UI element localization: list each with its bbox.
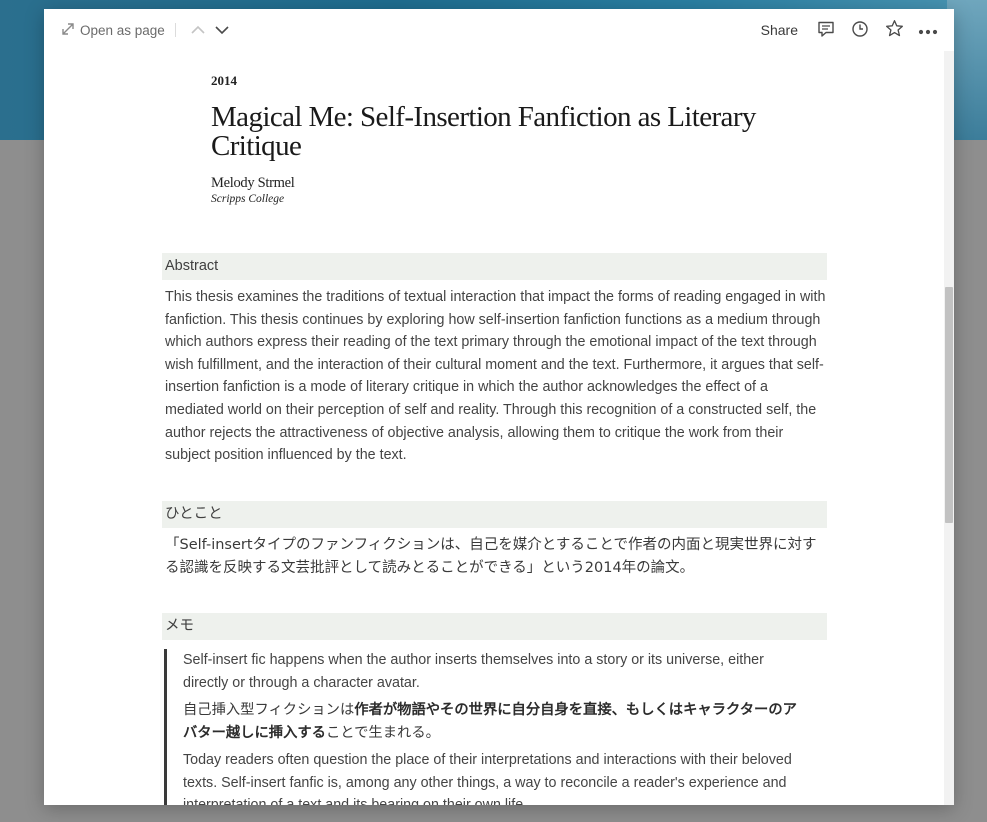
memo-quote-block[interactable]: Self-insert fic happens when the author …	[164, 649, 804, 805]
page-content: 2014 Magical Me: Self-Insertion Fanficti…	[44, 9, 944, 805]
paper-header-image: 2014 Magical Me: Self-Insertion Fanficti…	[211, 73, 771, 205]
quote-japanese: 自己挿入型フィクションは作者が物語やその世界に自分自身を直接、もしくはキャラクタ…	[183, 699, 804, 744]
paper-affiliation: Scripps College	[211, 193, 285, 205]
quote-english-2: Today readers often question the place o…	[183, 752, 792, 805]
quote-jp-pre: 自己挿入型フィクションは	[183, 702, 355, 718]
hitokoto-heading[interactable]: ひとこと	[162, 501, 827, 528]
abstract-heading[interactable]: Abstract	[162, 253, 827, 280]
page-peek-modal: Open as page Share 2014 Magical Me: Self…	[44, 9, 954, 805]
quote-jp-post: ことで生まれる。	[325, 724, 440, 741]
paper-author: Melody Strmel	[211, 175, 295, 191]
abstract-body[interactable]: This thesis examines the traditions of t…	[165, 286, 830, 467]
memo-heading[interactable]: メモ	[162, 613, 827, 640]
paper-title: Magical Me: Self-Insertion Fanfiction as…	[211, 101, 756, 162]
scrollbar-thumb[interactable]	[945, 287, 953, 523]
paper-year: 2014	[211, 73, 237, 88]
quote-english-1: Self-insert fic happens when the author …	[183, 652, 764, 691]
hitokoto-body[interactable]: 「Self-insertタイプのファンフィクションは、自己を媒介とすることで作者…	[165, 534, 830, 579]
